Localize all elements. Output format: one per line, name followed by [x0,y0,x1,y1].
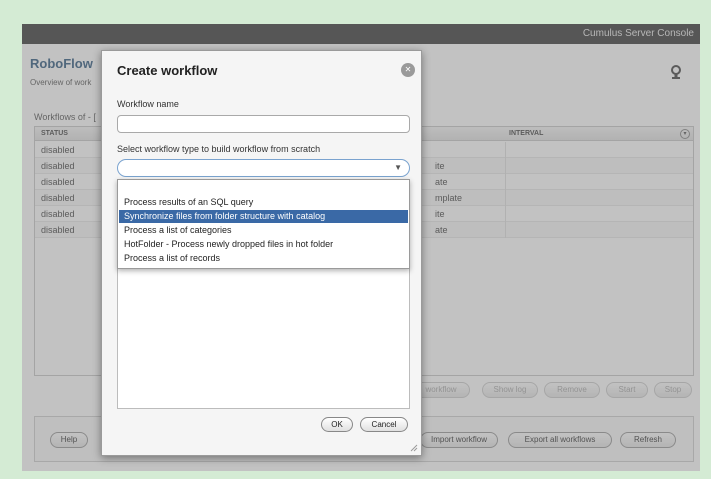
dialog-title: Create workflow [117,63,218,78]
create-workflow-dialog: Create workflow ✕ Workflow name Select w… [101,50,422,456]
resize-grip-icon[interactable] [410,444,418,452]
chevron-down-icon[interactable]: ▼ [394,163,402,172]
cancel-button[interactable]: Cancel [360,417,408,432]
option-records[interactable]: Process a list of records [119,252,408,265]
option-sql-query[interactable]: Process results of an SQL query [119,196,408,209]
workflow-type-label: Select workflow type to build workflow f… [117,144,321,154]
workflow-name-input[interactable] [117,115,410,133]
close-icon[interactable]: ✕ [401,63,415,77]
option-categories[interactable]: Process a list of categories [119,224,408,237]
option-synchronize-files[interactable]: Synchronize files from folder structure … [119,210,408,223]
workflow-type-select[interactable]: ▼ [117,159,410,177]
workflow-type-dropdown: Process results of an SQL query Synchron… [117,179,410,269]
ok-button[interactable]: OK [321,417,353,432]
workflow-name-label: Workflow name [117,99,179,109]
option-hotfolder[interactable]: HotFolder - Process newly dropped files … [119,238,408,251]
